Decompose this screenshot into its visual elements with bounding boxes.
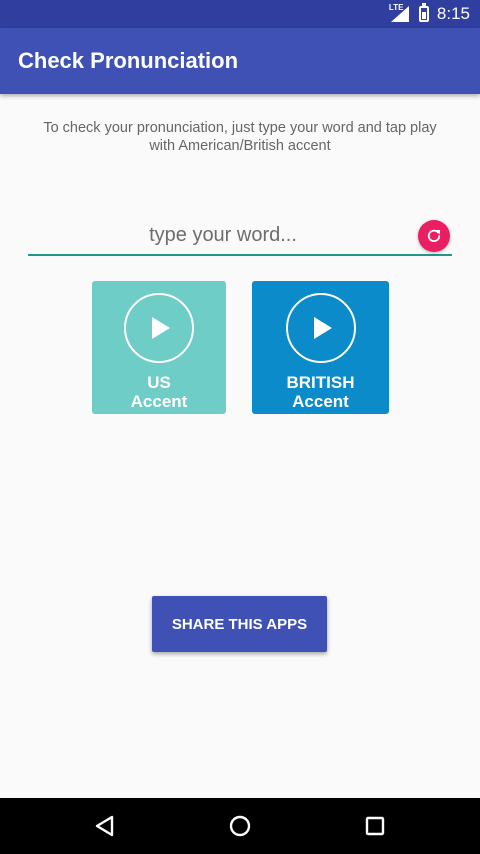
british-accent-button[interactable]: BRITISH Accent: [252, 281, 389, 414]
status-bar: LTE 8:15: [0, 0, 480, 28]
refresh-button[interactable]: [418, 220, 450, 252]
recents-button[interactable]: [360, 812, 390, 840]
status-icons: LTE 8:15: [388, 3, 470, 24]
us-accent-button[interactable]: US Accent: [92, 281, 226, 414]
share-button[interactable]: SHARE THIS APPS: [152, 596, 327, 652]
app-title: Check Pronunciation: [18, 48, 239, 73]
play-icon: [124, 293, 194, 363]
network-type: LTE: [388, 3, 404, 12]
status-time: 8:15: [436, 4, 470, 23]
back-button[interactable]: [90, 812, 120, 840]
lte-signal-icon: LTE: [388, 3, 411, 23]
play-icon: [285, 293, 356, 363]
battery-icon: [418, 3, 429, 22]
navigation-bar: [0, 798, 480, 854]
instructions-line-2: with American/British accent: [149, 138, 331, 154]
back-icon: [95, 815, 114, 837]
refresh-icon: [427, 229, 441, 242]
recents-icon: [365, 816, 385, 836]
us-accent-label: US: [147, 373, 171, 392]
instructions-line-1: To check your pronunciation, just type y…: [43, 120, 437, 136]
instructions-text: To check your pronunciation, just type y…: [20, 119, 460, 155]
word-input[interactable]: [28, 218, 418, 252]
home-button[interactable]: [225, 812, 255, 840]
app-bar: Check Pronunciation: [0, 28, 480, 94]
home-icon: [229, 815, 251, 837]
british-accent-sublabel: Accent: [292, 392, 349, 411]
input-underline: [28, 254, 452, 256]
us-accent-sublabel: Accent: [130, 392, 188, 411]
british-accent-label: BRITISH: [286, 373, 355, 392]
